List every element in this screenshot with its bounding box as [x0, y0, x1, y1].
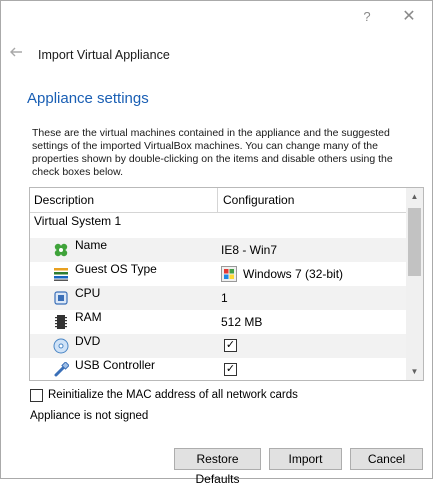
ram-icon: [53, 314, 69, 330]
table-row[interactable]: CPU 1: [30, 286, 406, 310]
restore-defaults-button[interactable]: Restore Defaults: [174, 448, 261, 486]
row-value: 512 MB: [221, 315, 263, 329]
usb-checkbox[interactable]: ✓: [224, 363, 237, 376]
scroll-thumb[interactable]: [408, 208, 421, 276]
usb-icon: [53, 361, 70, 378]
dvd-icon: [53, 338, 69, 354]
table-header: Description Configuration: [30, 188, 406, 213]
vertical-scrollbar[interactable]: ▲ ▼: [406, 188, 423, 380]
row-value: 1: [221, 291, 228, 305]
row-label: Name: [75, 238, 108, 252]
mac-label-text: Reinitialize the MAC address of all netw…: [48, 389, 298, 401]
back-arrow-icon[interactable]: [7, 45, 25, 63]
table-row[interactable]: Name IE8 - Win7: [30, 238, 406, 262]
help-button[interactable]: ?: [357, 7, 377, 27]
row-label: DVD: [75, 334, 101, 348]
windows-7-icon: [221, 266, 237, 282]
dvd-checkbox[interactable]: ✓: [224, 339, 237, 352]
column-header-configuration[interactable]: Configuration: [218, 188, 406, 213]
row-label: USB Controller: [75, 358, 156, 372]
import-button[interactable]: Import: [269, 448, 342, 470]
row-label: Guest OS Type: [75, 262, 157, 276]
scroll-up-icon[interactable]: ▲: [406, 188, 423, 205]
cancel-button[interactable]: Cancel: [350, 448, 423, 470]
cpu-icon: [53, 290, 69, 306]
row-label: CPU: [75, 286, 101, 300]
row-value: IE8 - Win7: [221, 243, 278, 257]
reinitialize-mac-label[interactable]: Reinitialize the MAC address of all netw…: [48, 389, 298, 401]
name-icon: [53, 242, 69, 258]
appliance-settings-table[interactable]: Description Configuration Virtual System…: [29, 187, 424, 381]
reinitialize-mac-checkbox[interactable]: [30, 389, 43, 402]
table-row[interactable]: USB Controller ✓: [30, 358, 406, 380]
signature-status: Appliance is not signed: [30, 410, 149, 422]
column-header-description[interactable]: Description: [30, 188, 218, 213]
page-heading: Appliance settings: [27, 90, 149, 107]
scroll-down-icon[interactable]: ▼: [406, 363, 423, 380]
page-description: These are the virtual machines contained…: [32, 127, 393, 178]
import-appliance-dialog: ? ✕ Import Virtual Appliance Appliance s…: [0, 0, 433, 486]
table-row[interactable]: Guest OS Type Windows 7 (32-bit): [30, 262, 406, 286]
guest-os-icon: [53, 266, 69, 282]
close-button[interactable]: ✕: [399, 7, 419, 27]
table-row[interactable]: RAM 512 MB: [30, 310, 406, 334]
row-value: Windows 7 (32-bit): [243, 267, 344, 281]
virtual-system-label: Virtual System 1: [34, 214, 122, 228]
table-row[interactable]: DVD ✓: [30, 334, 406, 358]
wizard-title: Import Virtual Appliance: [38, 48, 170, 62]
row-label: RAM: [75, 310, 102, 324]
table-row-group[interactable]: Virtual System 1: [30, 214, 406, 238]
